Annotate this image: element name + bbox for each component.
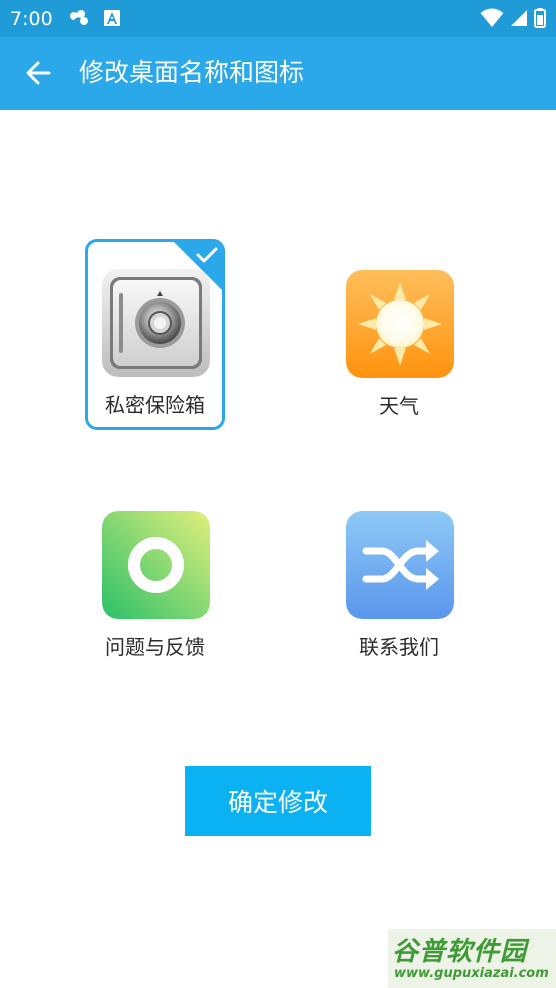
sync-notification-icon — [70, 10, 88, 25]
option-label: 私密保险箱 — [105, 393, 205, 417]
option-label: 问题与反馈 — [105, 635, 205, 659]
option-weather[interactable]: 天气 — [329, 240, 469, 431]
sun-icon — [346, 270, 454, 378]
status-notification-icons — [68, 9, 120, 27]
app-bar: 修改桌面名称和图标 — [0, 37, 556, 110]
option-label: 联系我们 — [359, 635, 439, 659]
check-icon — [196, 247, 218, 263]
battery-icon — [534, 8, 546, 28]
arrow-left-icon — [26, 61, 51, 85]
status-system-icons — [480, 8, 546, 28]
option-safe[interactable]: 私密保险箱 — [85, 239, 225, 430]
watermark-url: www.gupuxiazai.com — [394, 966, 549, 981]
app-notification-icon — [104, 10, 120, 26]
status-bar: 7:00 — [0, 0, 556, 37]
ring-icon — [102, 511, 210, 619]
status-time: 7:00 — [10, 8, 53, 30]
option-feedback[interactable]: 问题与反馈 — [85, 481, 225, 672]
shuffle-icon — [346, 511, 454, 619]
page-title: 修改桌面名称和图标 — [79, 58, 305, 87]
wifi-icon — [480, 8, 504, 27]
cell-signal-icon — [511, 10, 527, 26]
option-contact[interactable]: 联系我们 — [329, 481, 469, 672]
watermark-name: 谷普软件园 — [392, 937, 528, 967]
watermark: 谷普软件园 www.gupuxiazai.com — [388, 929, 556, 988]
option-label: 天气 — [379, 394, 419, 418]
confirm-button[interactable]: 确定修改 — [185, 766, 371, 836]
back-button[interactable] — [20, 55, 56, 91]
